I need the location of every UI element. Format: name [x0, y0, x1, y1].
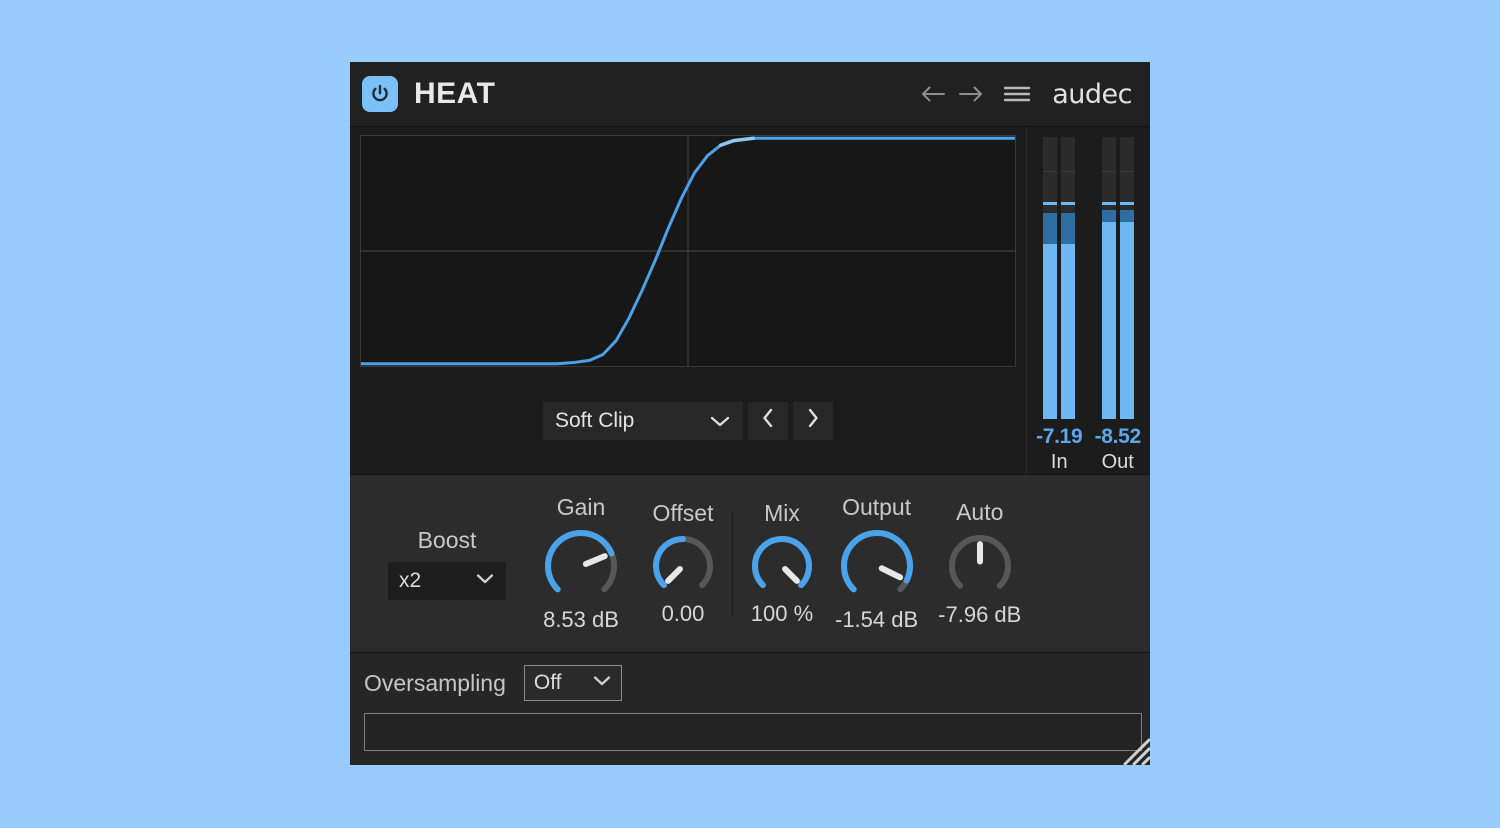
- knob-pointer: [665, 566, 683, 584]
- boost-label: Boost: [417, 527, 477, 553]
- boost-value: x2: [399, 569, 422, 592]
- knob-value-arc: [752, 536, 812, 589]
- oversampling-label: Oversampling: [364, 669, 506, 696]
- curve-highlight-segment: [718, 136, 756, 147]
- mix-label: Mix: [764, 500, 800, 526]
- chevron-right-icon: [806, 407, 820, 434]
- mix-control: Mix 100 %: [749, 500, 815, 627]
- knob-graphic: [545, 530, 617, 593]
- chevron-down-icon: [592, 674, 612, 692]
- mix-knob[interactable]: [749, 533, 815, 599]
- output-value: -1.54 dB: [835, 607, 919, 632]
- meter-bars: [1101, 137, 1134, 419]
- boost-dropdown[interactable]: x2: [388, 562, 506, 600]
- page-title: HEAT: [414, 77, 496, 110]
- meter-level-fill: [1101, 221, 1116, 419]
- plugin-window: HEAT audec Soft Clip -7.19 In -8.52 Out …: [350, 62, 1150, 765]
- plugin-footer: Oversampling Off: [350, 653, 1150, 765]
- meter-out: -8.52 Out: [1092, 137, 1145, 474]
- meter-peak-indicator: [1043, 201, 1058, 205]
- knob-value-arc: [840, 530, 913, 593]
- graph-column: Soft Clip: [350, 127, 1026, 474]
- gain-control: Gain 8.53 dB: [542, 494, 620, 633]
- auto-control: Auto -7.96 dB: [938, 499, 1021, 628]
- gain-knob[interactable]: [542, 527, 620, 605]
- chevron-left-icon: [761, 407, 775, 434]
- chevron-down-icon: [475, 572, 495, 590]
- arrow-right-icon: [957, 83, 985, 105]
- hamburger-menu-icon: [1003, 84, 1031, 104]
- meter-value: -7.19: [1036, 425, 1083, 448]
- meter-level-fill: [1119, 221, 1134, 419]
- panel-divider: [732, 510, 733, 617]
- meter-bars: [1043, 137, 1076, 419]
- meter-level-fill: [1061, 244, 1076, 419]
- auto-knob[interactable]: [946, 532, 1014, 600]
- offset-value: 0.00: [661, 601, 705, 626]
- back-button[interactable]: [916, 77, 950, 111]
- brand-logo: audec: [1052, 78, 1132, 110]
- oversampling-value: Off: [533, 671, 562, 694]
- meter-tick: [1101, 170, 1116, 172]
- auto-label: Auto: [956, 499, 1004, 525]
- meter-value: -8.52: [1094, 425, 1142, 448]
- offset-label: Offset: [652, 500, 714, 526]
- meter-peak-indicator: [1119, 201, 1134, 205]
- knob-graphic: [948, 535, 1011, 589]
- knob-pointer: [782, 566, 800, 584]
- meter-bar: [1101, 137, 1116, 419]
- gain-value: 8.53 dB: [543, 607, 619, 632]
- offset-control: Offset 0.00: [650, 500, 716, 627]
- meter-bar: [1061, 137, 1076, 419]
- curve-type-value: Soft Clip: [555, 408, 635, 432]
- meter-level-fill: [1043, 244, 1058, 419]
- plugin-header: HEAT audec: [350, 62, 1150, 127]
- meter-peak-indicator: [1061, 201, 1076, 205]
- power-button[interactable]: [362, 76, 398, 112]
- knob-graphic: [752, 536, 812, 589]
- forward-button[interactable]: [954, 77, 988, 111]
- arrow-left-icon: [919, 83, 947, 105]
- knob-graphic: [840, 530, 913, 593]
- curve-type-dropdown[interactable]: Soft Clip: [543, 401, 743, 440]
- output-label: Output: [842, 494, 912, 520]
- meter-label: In: [1050, 451, 1068, 473]
- display-area: Soft Clip -7.19 In -8.52 Out: [350, 127, 1150, 475]
- knob-pointer: [878, 565, 903, 581]
- meter-peak-indicator: [1101, 201, 1116, 205]
- knob-pointer: [582, 553, 608, 567]
- curve-selector: Soft Clip: [360, 367, 1016, 474]
- transfer-curve-svg: [361, 136, 1015, 366]
- next-curve-button[interactable]: [793, 401, 833, 440]
- power-icon: [369, 83, 391, 105]
- oversampling-row: Oversampling Off: [364, 665, 1142, 701]
- resize-grip-icon[interactable]: [1110, 725, 1150, 765]
- prev-curve-button[interactable]: [748, 401, 788, 440]
- gain-label: Gain: [556, 494, 606, 520]
- output-knob[interactable]: [838, 527, 916, 605]
- meter-tick: [1119, 170, 1134, 172]
- meter-in: -7.19 In: [1033, 137, 1086, 474]
- level-meters: -7.19 In -8.52 Out: [1026, 127, 1150, 474]
- meter-bar: [1043, 137, 1058, 419]
- meter-tick: [1043, 170, 1058, 172]
- meter-bar: [1119, 137, 1134, 419]
- knob-graphic: [653, 536, 713, 589]
- boost-control: Boost x2: [372, 527, 522, 600]
- oversampling-dropdown[interactable]: Off: [523, 665, 622, 701]
- knob-value-arc: [545, 530, 615, 593]
- status-bar: [364, 713, 1142, 751]
- auto-value: -7.96 dB: [938, 602, 1022, 627]
- menu-button[interactable]: [1000, 77, 1034, 111]
- meter-tick: [1061, 170, 1076, 172]
- control-panel: Boost x2 Gain 8.53 dB Offset 0.00 Mix 10…: [350, 475, 1150, 653]
- transfer-curve-graph[interactable]: [360, 135, 1016, 367]
- chevron-down-icon: [709, 414, 731, 428]
- output-control: Output -1.54 dB: [835, 494, 918, 633]
- offset-knob[interactable]: [650, 533, 716, 599]
- mix-value: 100 %: [750, 601, 814, 626]
- meter-label: Out: [1101, 451, 1134, 473]
